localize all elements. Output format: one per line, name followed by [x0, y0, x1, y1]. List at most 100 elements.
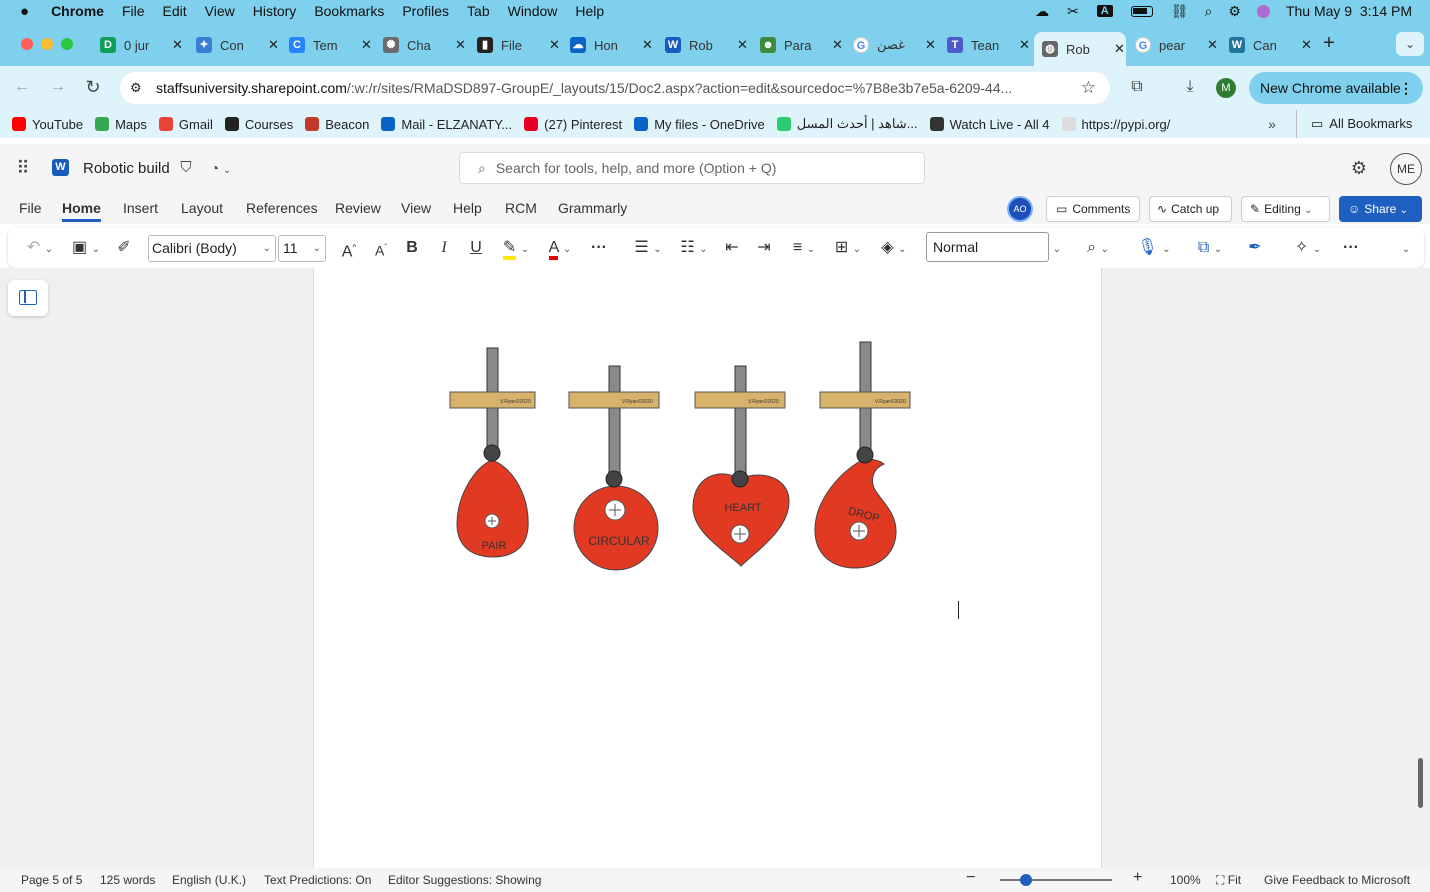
- siri-icon[interactable]: [1256, 4, 1270, 18]
- catchup-button[interactable]: ∿ Catch up: [1149, 196, 1232, 222]
- tab-close-icon[interactable]: ✕: [1114, 41, 1125, 57]
- bookmarks-overflow-icon[interactable]: »: [1262, 114, 1282, 134]
- tab-close-icon[interactable]: ✕: [925, 37, 936, 53]
- tab-close-icon[interactable]: ✕: [1207, 37, 1218, 53]
- reload-button[interactable]: ↻: [83, 77, 103, 97]
- window-zoom-button[interactable]: [61, 38, 73, 50]
- battery-icon[interactable]: [1130, 5, 1153, 17]
- bookmark-item[interactable]: Beacon: [305, 117, 369, 132]
- menu-profiles[interactable]: Profiles: [402, 3, 449, 19]
- tab-close-icon[interactable]: ✕: [832, 37, 843, 53]
- tab-close-icon[interactable]: ✕: [642, 37, 653, 53]
- collapse-ribbon-icon[interactable]: ⌄: [1398, 236, 1414, 260]
- chrome-update-button[interactable]: New Chrome available ⋮: [1249, 72, 1423, 104]
- zoom-level[interactable]: 100%: [1170, 873, 1201, 887]
- app-launcher-icon[interactable]: ⠿: [12, 158, 34, 178]
- paste-button[interactable]: ▣ ⌄: [68, 236, 104, 260]
- increase-indent-icon[interactable]: ⇥: [754, 236, 774, 260]
- tab-close-icon[interactable]: ✕: [1301, 37, 1312, 53]
- browser-tab[interactable]: W Can ✕: [1221, 32, 1313, 58]
- tab-search-button[interactable]: ⌄: [1396, 32, 1424, 56]
- search-box[interactable]: ⌕ Search for tools, help, and more (Optio…: [459, 152, 925, 184]
- ribbon-tab-help[interactable]: Help: [453, 200, 482, 216]
- grow-font-icon[interactable]: A^: [338, 236, 360, 260]
- bookmark-item[interactable]: https://pypi.org/: [1061, 117, 1170, 132]
- browser-tab[interactable]: T Tean ✕: [939, 32, 1031, 58]
- underline-button[interactable]: U: [466, 236, 486, 260]
- apple-icon[interactable]: ●: [20, 3, 29, 20]
- tab-close-icon[interactable]: ✕: [172, 37, 183, 53]
- browser-tab[interactable]: ✦ Con ✕: [188, 32, 280, 58]
- tab-close-icon[interactable]: ✕: [737, 37, 748, 53]
- undo-button[interactable]: ↶ ⌄: [22, 236, 58, 260]
- tab-close-icon[interactable]: ✕: [361, 37, 372, 53]
- browser-tab[interactable]: W Rob ✕: [657, 32, 749, 58]
- borders-button[interactable]: ⊞ ⌄: [830, 236, 866, 260]
- share-button[interactable]: ☺ Share ⌄: [1339, 196, 1422, 222]
- ribbon-tab-layout[interactable]: Layout: [181, 200, 223, 216]
- designer-button[interactable]: ⧉ ⌄: [1192, 236, 1228, 260]
- ribbon-tab-home[interactable]: Home: [62, 200, 101, 222]
- all-bookmarks-button[interactable]: ▭ All Bookmarks: [1296, 110, 1412, 138]
- cloud-icon[interactable]: ☁: [1035, 3, 1049, 20]
- browser-tab[interactable]: ☻ Para ✕: [752, 32, 844, 58]
- editing-mode-button[interactable]: ✎ Editing ⌄: [1241, 196, 1330, 222]
- navigation-pane-button[interactable]: [8, 280, 48, 316]
- link-icon[interactable]: ⛓: [1171, 3, 1189, 20]
- style-select[interactable]: Normal: [926, 232, 1049, 262]
- more-options-icon[interactable]: ···: [1340, 236, 1362, 260]
- dictate-button[interactable]: 🎙︎ ⌄: [1136, 236, 1172, 260]
- extensions-icon[interactable]: ⧉: [1127, 77, 1147, 97]
- browser-tab[interactable]: Gpear ✕: [1127, 32, 1219, 58]
- bookmark-item[interactable]: (27) Pinterest: [524, 117, 622, 132]
- menu-app-name[interactable]: Chrome: [51, 3, 104, 19]
- ribbon-tab-grammarly[interactable]: Grammarly: [558, 200, 627, 216]
- menu-edit[interactable]: Edit: [163, 3, 187, 19]
- document-page[interactable]: V.Ryan©2020 PAIR V.Ryan©2020 CIRCULAR V.…: [313, 268, 1102, 868]
- language-indicator[interactable]: English (U.K.): [172, 873, 246, 887]
- settings-gear-icon[interactable]: ⚙: [1348, 158, 1370, 178]
- menu-tab[interactable]: Tab: [467, 3, 490, 19]
- save-status-icon[interactable]: ◔ ⌄: [203, 158, 239, 181]
- menubar-clock[interactable]: Thu May 9 3:14 PM: [1286, 3, 1412, 19]
- shading-button[interactable]: ◈ ⌄: [876, 236, 912, 260]
- zoom-in-button[interactable]: +: [1133, 869, 1142, 887]
- text-predictions-status[interactable]: Text Predictions: On: [264, 873, 371, 887]
- bookmark-item[interactable]: My files - OneDrive: [634, 117, 765, 132]
- ribbon-tab-file[interactable]: File: [19, 200, 42, 216]
- back-button[interactable]: ←: [12, 77, 32, 97]
- styles-dropdown-icon[interactable]: ⌄: [1050, 236, 1064, 260]
- word-count[interactable]: 125 words: [100, 873, 155, 887]
- coauthor-avatar[interactable]: AO: [1007, 196, 1033, 222]
- fit-button[interactable]: ⛶ Fit: [1216, 873, 1241, 888]
- site-info-icon[interactable]: ⚙: [130, 80, 148, 96]
- scissors-icon[interactable]: ✂: [1067, 3, 1079, 20]
- browser-tab[interactable]: G غصن ✕: [845, 32, 937, 58]
- address-bar[interactable]: ⚙ staffsuniversity.sharepoint.com/:w:/r/…: [120, 72, 1110, 104]
- input-source-icon[interactable]: A: [1096, 5, 1113, 17]
- menu-window[interactable]: Window: [508, 3, 558, 19]
- numbering-button[interactable]: ☷ ⌄: [676, 236, 712, 260]
- font-color-button[interactable]: A ⌄: [542, 236, 578, 260]
- browser-tab[interactable]: ▮ File ✕: [469, 32, 561, 58]
- tab-close-icon[interactable]: ✕: [268, 37, 279, 53]
- tab-close-icon[interactable]: ✕: [1019, 37, 1030, 53]
- comments-button[interactable]: ▭ Comments: [1046, 196, 1140, 222]
- bookmark-item[interactable]: Gmail: [158, 117, 213, 132]
- find-button[interactable]: ⌕ ⌄: [1080, 236, 1116, 260]
- decrease-indent-icon[interactable]: ⇤: [722, 236, 742, 260]
- tab-close-icon[interactable]: ✕: [549, 37, 560, 53]
- ribbon-tab-view[interactable]: View: [401, 200, 431, 216]
- window-close-button[interactable]: [21, 38, 33, 50]
- bullets-button[interactable]: ☰ ⌄: [630, 236, 666, 260]
- kebab-menu-icon[interactable]: ⋮: [1399, 72, 1413, 104]
- bookmark-item[interactable]: Maps: [95, 117, 147, 132]
- downloads-icon[interactable]: ⤓: [1180, 77, 1200, 97]
- zoom-out-button[interactable]: −: [966, 869, 975, 887]
- control-center-icon[interactable]: ⚙: [1228, 3, 1241, 20]
- highlight-color-button[interactable]: ✎ ⌄: [498, 236, 534, 260]
- feedback-link[interactable]: Give Feedback to Microsoft: [1264, 873, 1410, 887]
- font-size-select[interactable]: 11 ⌄: [278, 235, 326, 262]
- user-avatar[interactable]: ME: [1390, 153, 1422, 185]
- editor-suggestions-status[interactable]: Editor Suggestions: Showing: [388, 873, 541, 887]
